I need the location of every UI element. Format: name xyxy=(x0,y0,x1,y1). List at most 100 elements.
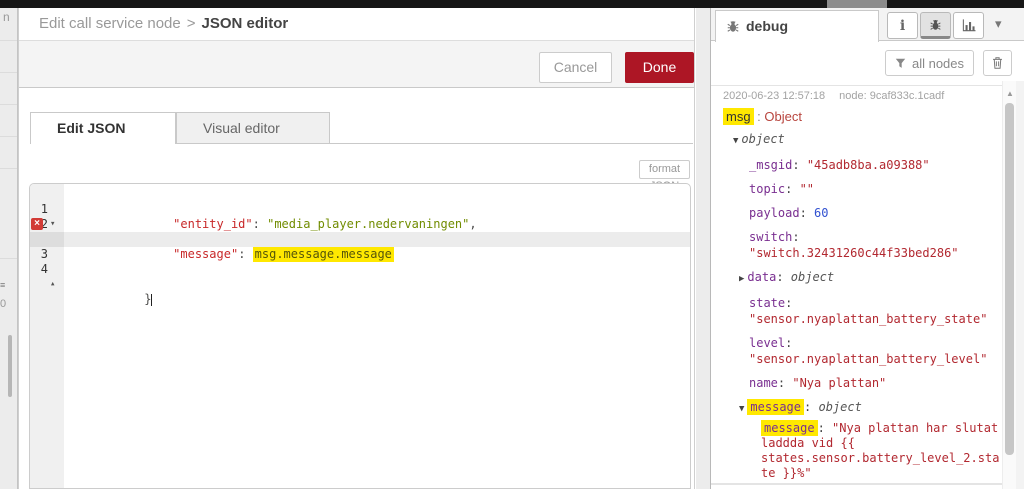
prop-value: "Nya plattan" xyxy=(792,376,887,390)
breadcrumb-separator: > xyxy=(186,15,196,32)
object-type-label: object xyxy=(741,132,785,146)
prop-separator: : xyxy=(817,421,833,435)
palette-text-fragment: ≡ xyxy=(0,280,6,290)
scroll-up-arrow-icon[interactable]: ▲ xyxy=(1003,89,1017,98)
prop-key: data xyxy=(747,270,777,284)
collapse-caret-icon[interactable]: ▼ xyxy=(739,404,744,414)
prop-state: state: xyxy=(723,296,1002,311)
code-separator: : xyxy=(238,247,253,261)
fold-close-icon[interactable]: ▴ xyxy=(50,277,62,292)
editor-line-2[interactable]: 2 "entity_id": "media_player.nedervaning… xyxy=(30,202,690,231)
message-timestamp: 2020-06-23 12:57:18 xyxy=(723,90,826,102)
text-cursor xyxy=(151,293,153,306)
prop-message-object[interactable]: ▼ message: object xyxy=(723,399,1002,417)
info-tab-button[interactable]: i xyxy=(887,12,918,39)
prop-level-value: "sensor.nyaplattan_battery_level" xyxy=(723,352,1002,367)
palette-divider xyxy=(0,104,17,105)
bar-chart-icon xyxy=(962,19,975,32)
editor-line-4[interactable]: 4 ▴ } xyxy=(30,232,690,306)
prop-value: "" xyxy=(799,182,815,196)
msg-object-row: msg : Object xyxy=(723,108,1002,125)
done-button[interactable]: Done xyxy=(625,52,694,83)
debug-message-clipped: 2020-06-23 12:58:18node: 9caf833c.1cadf xyxy=(711,484,1002,489)
prop-data[interactable]: ▶ data: object xyxy=(723,270,1002,287)
scrollbar-thumb[interactable] xyxy=(1005,103,1014,455)
object-root-row[interactable]: ▼ object xyxy=(723,132,1002,149)
bug-icon xyxy=(727,21,739,32)
info-icon: i xyxy=(899,17,906,34)
palette-text-fragment: n xyxy=(3,10,10,24)
palette-divider xyxy=(0,136,17,137)
bug-icon xyxy=(930,20,941,30)
prop-switch: switch: xyxy=(723,230,1002,245)
prop-value: "switch.32431260c44f33bed286" xyxy=(749,246,959,260)
prop-key: level xyxy=(749,336,786,350)
prop-value: "sensor.nyaplattan_battery_level" xyxy=(749,352,988,366)
debug-scrollbar[interactable]: ▲ xyxy=(1002,81,1016,489)
prop-separator: : xyxy=(785,336,793,350)
panel-gap xyxy=(696,8,710,489)
debug-tab-button[interactable] xyxy=(920,12,951,39)
error-icon: × xyxy=(31,218,43,230)
prop-key-highlighted: message xyxy=(747,399,804,415)
msg-separator: : xyxy=(753,109,765,124)
filter-all-nodes-button[interactable]: all nodes xyxy=(885,50,974,76)
prop-value: "sensor.nyaplattan_battery_state" xyxy=(749,312,988,326)
json-code-editor[interactable]: 1 ▾ { 2 "entity_id": "media_player.neder… xyxy=(29,183,691,489)
debug-message-list: 2020-06-23 12:57:18 node: 9caf833c.1cadf … xyxy=(711,81,1024,489)
prop-value: "45adb8ba.a09388" xyxy=(806,158,930,172)
expand-caret-icon[interactable]: ▶ xyxy=(739,274,744,284)
debug-message: 2020-06-23 12:57:18 node: 9caf833c.1cadf … xyxy=(711,85,1002,484)
cancel-button[interactable]: Cancel xyxy=(539,52,612,83)
msg-type: Object xyxy=(764,109,802,124)
prop-separator: : xyxy=(785,296,793,310)
line-number: 3 xyxy=(40,247,48,261)
line-number: 4 xyxy=(40,262,48,276)
collapse-caret-icon[interactable]: ▼ xyxy=(733,136,738,146)
clear-messages-button[interactable] xyxy=(983,50,1012,76)
tab-edit-json[interactable]: Edit JSON xyxy=(30,112,176,144)
dashboard-tab-button[interactable] xyxy=(953,12,984,39)
topbar-scroll-indicator xyxy=(827,0,887,8)
debug-filter-row: all nodes xyxy=(711,41,1024,81)
debug-sidebar: debug i ▾ all nodes 2020-06-23 12:57:18 n… xyxy=(710,8,1024,489)
top-bar xyxy=(0,0,1024,8)
prop-key: switch xyxy=(749,230,793,244)
filter-funnel-icon xyxy=(895,58,906,68)
dialog-toolbar: Cancel Done xyxy=(19,41,694,88)
sidebar-header: debug i ▾ xyxy=(711,8,1024,42)
palette-scrollbar-thumb[interactable] xyxy=(8,335,12,397)
prop-key: name xyxy=(749,376,778,390)
trash-icon xyxy=(993,57,1002,69)
prop-separator: : xyxy=(799,206,815,220)
tab-debug-label: debug xyxy=(746,18,788,34)
prop-name: name: "Nya plattan" xyxy=(723,376,1002,391)
prop-separator: : xyxy=(785,182,800,196)
prop-separator: : xyxy=(777,376,793,390)
prop-separator: : xyxy=(792,158,807,172)
prop-state-value: "sensor.nyaplattan_battery_state" xyxy=(723,312,1002,327)
tab-debug[interactable]: debug xyxy=(715,10,879,42)
editor-line-1[interactable]: 1 ▾ { xyxy=(30,187,690,246)
json-editor-dialog: Edit call service node > JSON editor Cance… xyxy=(18,8,695,489)
breadcrumb-parent[interactable]: Edit call service node xyxy=(39,15,181,32)
prop-separator: : xyxy=(792,230,800,244)
prop-key: _msgid xyxy=(749,158,793,172)
tab-visual-editor[interactable]: Visual editor xyxy=(176,112,330,143)
prop-key: payload xyxy=(749,206,800,220)
editor-line-3[interactable]: × 3 "message": msg.message.message xyxy=(30,217,690,262)
breadcrumb: Edit call service node > JSON editor xyxy=(19,8,694,41)
palette-divider xyxy=(0,258,17,259)
object-type-label: object xyxy=(818,400,862,414)
highlighted-code-value: msg.message.message xyxy=(252,246,394,262)
prop-topic: topic: "" xyxy=(723,182,1002,197)
dialog-content: Edit JSON Visual editor format JSON 1 ▾ … xyxy=(19,88,694,489)
prop-msgid: _msgid: "45adb8ba.a09388" xyxy=(723,158,1002,173)
palette-divider xyxy=(0,40,17,41)
sidebar-menu-caret[interactable]: ▾ xyxy=(995,16,1002,32)
format-json-button[interactable]: format JSON xyxy=(639,160,690,192)
prop-switch-value: "switch.32431260c44f33bed286" xyxy=(723,246,1002,261)
filter-all-nodes-label: all nodes xyxy=(911,55,965,71)
page-title: JSON editor xyxy=(201,15,289,32)
